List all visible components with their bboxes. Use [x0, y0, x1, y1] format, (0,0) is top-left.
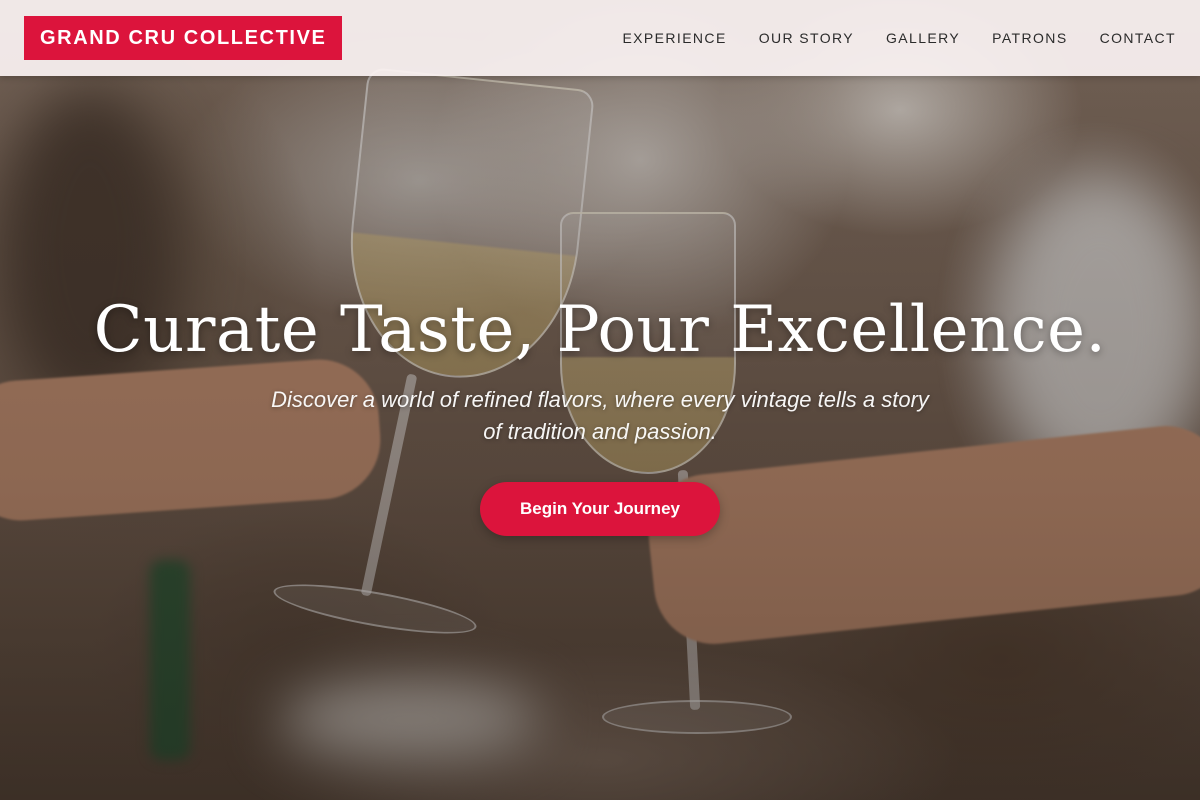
site-header: GRAND CRU COLLECTIVE EXPERIENCE OUR STOR…: [0, 0, 1200, 76]
nav-item-experience[interactable]: EXPERIENCE: [622, 30, 726, 46]
nav-item-gallery[interactable]: GALLERY: [886, 30, 960, 46]
hero-headline: Curate Taste, Pour Excellence.: [93, 293, 1107, 367]
begin-journey-button[interactable]: Begin Your Journey: [480, 482, 720, 536]
hero-subtitle: Discover a world of refined flavors, whe…: [271, 387, 929, 444]
nav-item-our-story[interactable]: OUR STORY: [759, 30, 854, 46]
brand-logo[interactable]: GRAND CRU COLLECTIVE: [24, 16, 343, 60]
nav-item-patrons[interactable]: PATRONS: [992, 30, 1067, 46]
nav-item-contact[interactable]: CONTACT: [1100, 30, 1176, 46]
hero-content: Curate Taste, Pour Excellence. Discover …: [0, 288, 1200, 536]
main-nav: EXPERIENCE OUR STORY GALLERY PATRONS CON…: [622, 30, 1176, 46]
